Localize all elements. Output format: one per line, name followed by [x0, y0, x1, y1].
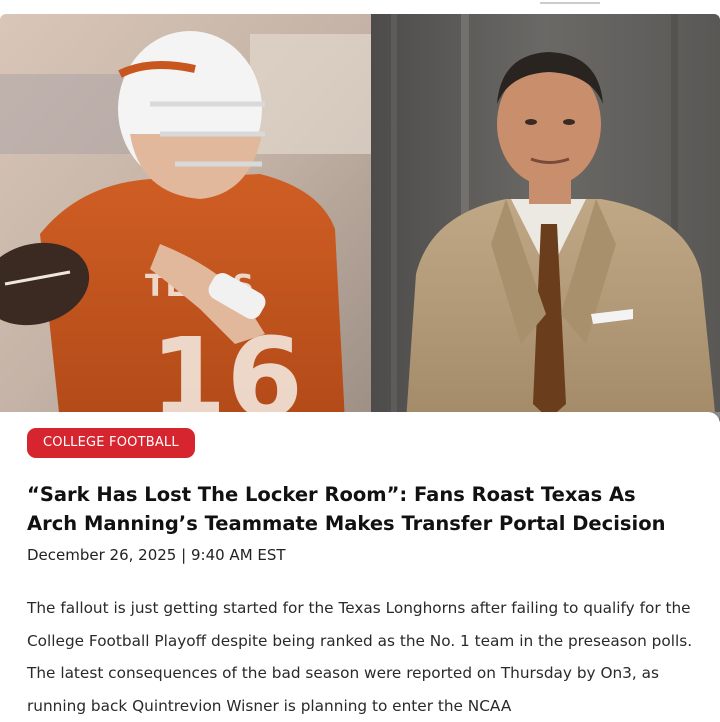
dateline-separator: | — [181, 546, 187, 564]
article-dateline: December 26, 2025 | 9:40 AM EST — [27, 546, 286, 564]
article-body: The fallout is just getting started for … — [27, 599, 693, 715]
cropped-nav-fragment — [540, 0, 600, 4]
article-headline[interactable]: “Sark Has Lost The Locker Room”: Fans Ro… — [27, 480, 687, 538]
hero-image-right-coach — [371, 14, 720, 422]
article-date: December 26, 2025 — [27, 546, 177, 564]
article-card: COLLEGE FOOTBALL “Sark Has Lost The Lock… — [0, 412, 720, 720]
category-badge[interactable]: COLLEGE FOOTBALL — [27, 428, 195, 458]
hero-image-left-player: TEXAS 16 — [0, 14, 371, 422]
top-strip — [0, 0, 720, 14]
hero-image: TEXAS 16 — [0, 14, 720, 422]
article-time: 9:40 AM EST — [190, 546, 286, 564]
